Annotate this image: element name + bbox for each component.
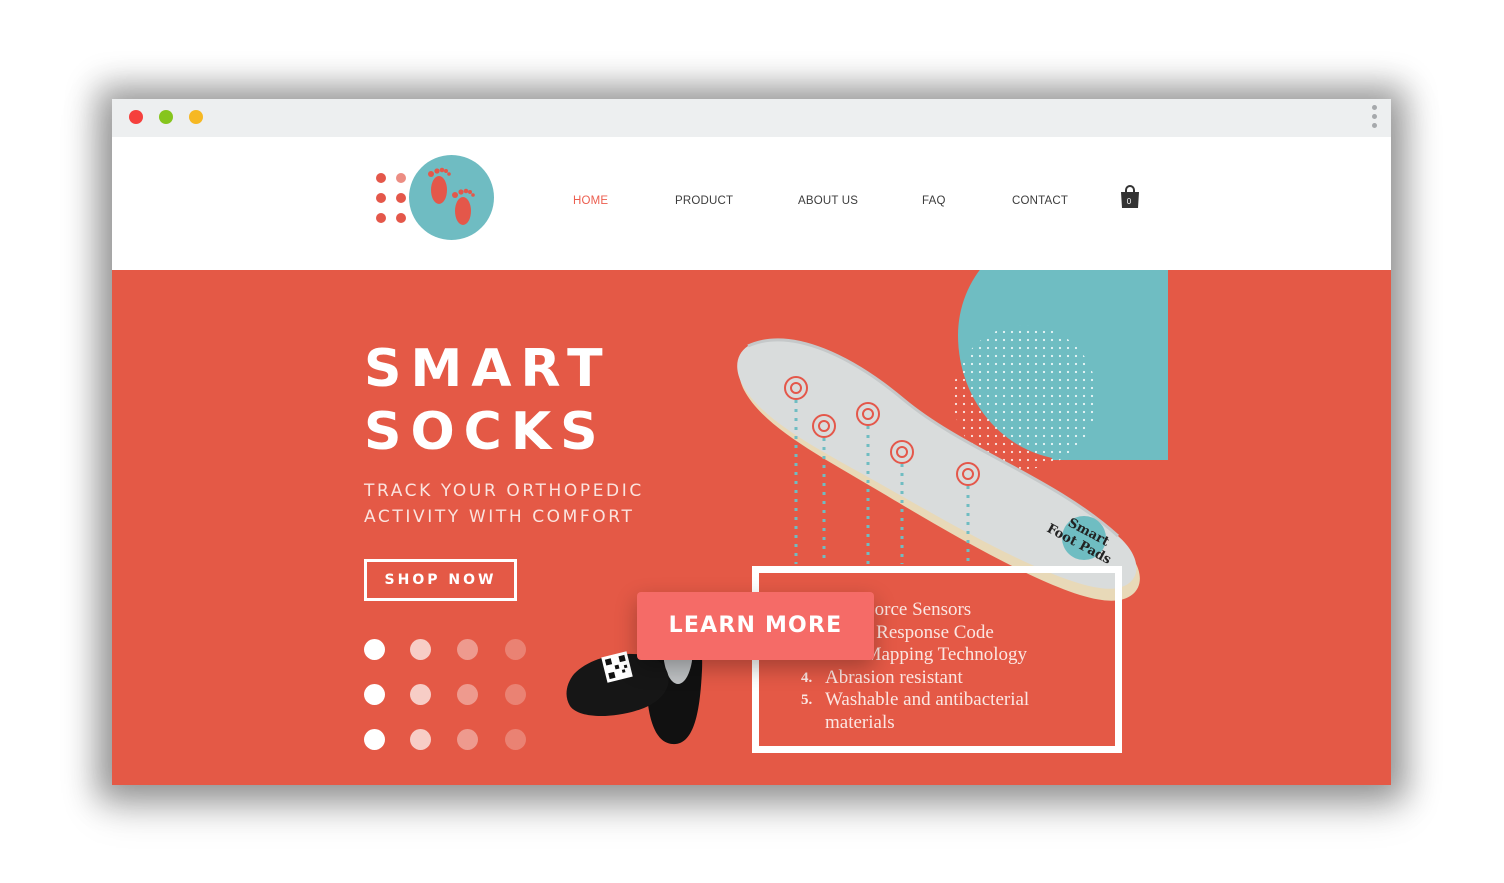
hero-banner: SMART SOCKS TRACK YOUR ORTHOPEDIC ACTIVI… xyxy=(112,270,1391,785)
feature-item: 4. Abrasion resistant xyxy=(801,666,963,688)
close-window-button[interactable] xyxy=(129,110,143,124)
feature-item: 5. Washable and antibacterial materials xyxy=(801,689,1030,733)
decor-dot xyxy=(364,639,385,660)
nav-home[interactable]: HOME xyxy=(573,195,608,207)
nav-about-us[interactable]: ABOUT US xyxy=(798,195,858,207)
site-header: HOME PRODUCT ABOUT US FAQ CONTACT 0 xyxy=(112,137,1391,270)
browser-titlebar xyxy=(112,99,1391,137)
feet-logo-icon[interactable] xyxy=(374,154,498,240)
browser-menu-icon[interactable] xyxy=(1370,105,1378,131)
learn-more-button[interactable]: LEARN MORE xyxy=(637,592,874,660)
hero-subtitle-line1: TRACK YOUR ORTHOPEDIC xyxy=(364,481,644,501)
minimize-window-button[interactable] xyxy=(189,110,203,124)
hero-subtitle-line2: ACTIVITY WITH COMFORT xyxy=(364,507,635,527)
cart-count: 0 xyxy=(1126,197,1132,206)
maximize-window-button[interactable] xyxy=(159,110,173,124)
browser-window: HOME PRODUCT ABOUT US FAQ CONTACT 0 SMAR… xyxy=(112,99,1391,785)
nav-product[interactable]: PRODUCT xyxy=(675,195,733,207)
hero-title-line2: SOCKS xyxy=(364,402,607,462)
shop-now-button[interactable]: SHOP NOW xyxy=(364,559,517,601)
hero-title-line1: SMART xyxy=(364,339,612,399)
nav-faq[interactable]: FAQ xyxy=(922,195,946,207)
nav-contact[interactable]: CONTACT xyxy=(1012,195,1068,207)
shopping-bag-icon[interactable]: 0 xyxy=(1120,185,1142,211)
